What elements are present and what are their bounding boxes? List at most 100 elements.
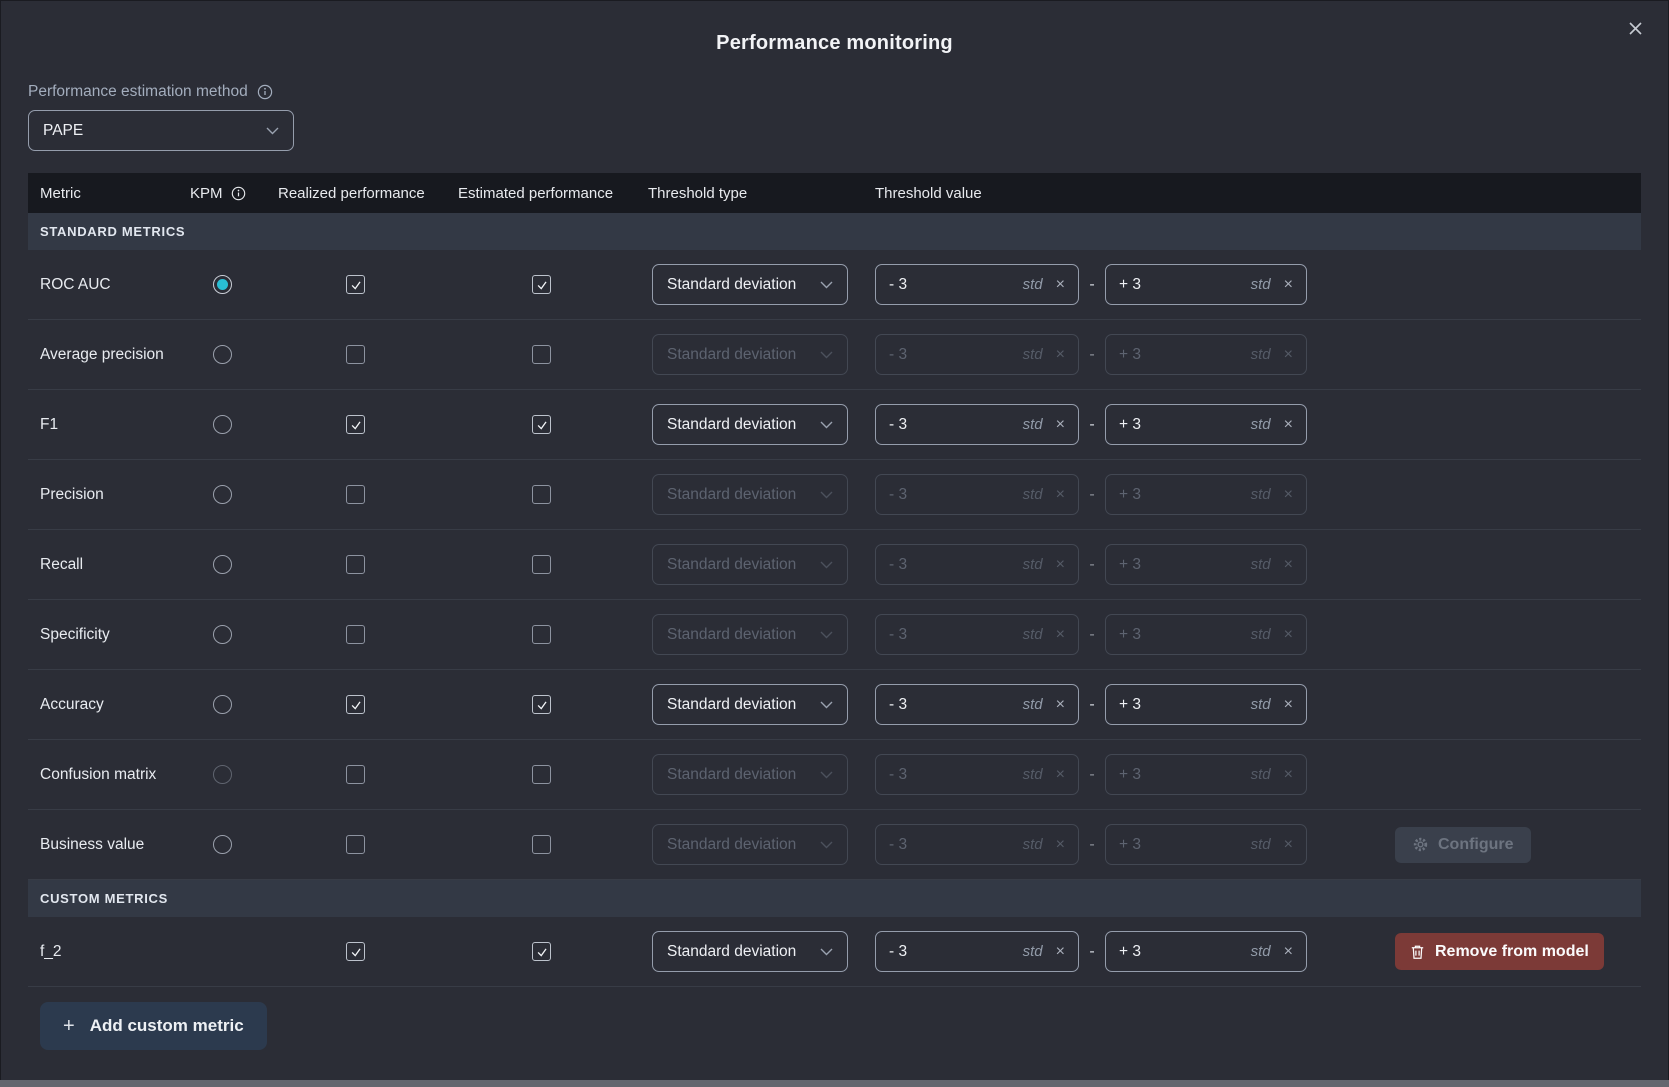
threshold-lower-input[interactable]: - 3 std × (875, 614, 1079, 655)
threshold-lower-input[interactable]: - 3 std × (875, 264, 1079, 305)
estimated-checkbox[interactable] (532, 625, 551, 644)
kpm-radio[interactable] (213, 625, 232, 644)
realized-checkbox[interactable] (346, 345, 365, 364)
threshold-type-select[interactable]: Standard deviation (652, 931, 848, 972)
estimated-checkbox[interactable] (532, 485, 551, 504)
threshold-lower-value: - 3 (889, 416, 907, 434)
checkmark-icon (349, 945, 363, 959)
clear-icon[interactable]: × (1284, 944, 1293, 960)
estimated-checkbox[interactable] (532, 835, 551, 854)
estimated-checkbox[interactable] (532, 942, 551, 961)
clear-icon[interactable]: × (1056, 767, 1065, 783)
clear-icon[interactable]: × (1056, 417, 1065, 433)
threshold-type-value: Standard deviation (667, 416, 796, 434)
clear-icon[interactable]: × (1056, 557, 1065, 573)
remove-from-model-button[interactable]: Remove from model (1395, 933, 1604, 970)
metric-label: Business value (40, 836, 144, 854)
threshold-lower-input[interactable]: - 3 std × (875, 474, 1079, 515)
clear-icon[interactable]: × (1284, 767, 1293, 783)
estimated-checkbox[interactable] (532, 695, 551, 714)
clear-icon[interactable]: × (1056, 837, 1065, 853)
std-unit-label: std (1023, 416, 1043, 433)
estimated-checkbox[interactable] (532, 555, 551, 574)
threshold-type-select[interactable]: Standard deviation (652, 264, 848, 305)
estimated-checkbox[interactable] (532, 765, 551, 784)
clear-icon[interactable]: × (1284, 347, 1293, 363)
realized-checkbox[interactable] (346, 835, 365, 854)
threshold-type-select[interactable]: Standard deviation (652, 544, 848, 585)
kpm-radio[interactable] (213, 555, 232, 574)
clear-icon[interactable]: × (1284, 697, 1293, 713)
realized-checkbox[interactable] (346, 485, 365, 504)
threshold-type-value: Standard deviation (667, 556, 796, 574)
threshold-lower-input[interactable]: - 3 std × (875, 684, 1079, 725)
threshold-upper-value: + 3 (1119, 556, 1141, 574)
clear-icon[interactable]: × (1056, 277, 1065, 293)
threshold-type-select[interactable]: Standard deviation (652, 684, 848, 725)
clear-icon[interactable]: × (1056, 697, 1065, 713)
kpm-radio[interactable] (213, 345, 232, 364)
clear-icon[interactable]: × (1056, 347, 1065, 363)
threshold-type-select[interactable]: Standard deviation (652, 614, 848, 655)
configure-button[interactable]: Configure (1395, 827, 1531, 863)
estimation-method-select[interactable]: PAPE (28, 110, 294, 151)
realized-checkbox[interactable] (346, 765, 365, 784)
threshold-type-value: Standard deviation (667, 943, 796, 961)
info-icon[interactable] (257, 84, 273, 100)
threshold-type-select[interactable]: Standard deviation (652, 824, 848, 865)
threshold-upper-input[interactable]: + 3 std × (1105, 614, 1307, 655)
threshold-upper-input[interactable]: + 3 std × (1105, 754, 1307, 795)
clear-icon[interactable]: × (1284, 417, 1293, 433)
estimated-checkbox[interactable] (532, 415, 551, 434)
kpm-radio[interactable] (213, 835, 232, 854)
threshold-upper-input[interactable]: + 3 std × (1105, 334, 1307, 375)
section-label: STANDARD METRICS (40, 224, 185, 239)
threshold-upper-input[interactable]: + 3 std × (1105, 404, 1307, 445)
threshold-upper-input[interactable]: + 3 std × (1105, 684, 1307, 725)
realized-checkbox[interactable] (346, 625, 365, 644)
kpm-radio[interactable] (213, 275, 232, 294)
clear-icon[interactable]: × (1056, 944, 1065, 960)
threshold-upper-input[interactable]: + 3 std × (1105, 931, 1307, 972)
realized-checkbox[interactable] (346, 555, 365, 574)
section-label: CUSTOM METRICS (40, 891, 168, 906)
clear-icon[interactable]: × (1284, 557, 1293, 573)
clear-icon[interactable]: × (1056, 487, 1065, 503)
realized-checkbox[interactable] (346, 695, 365, 714)
kpm-radio[interactable] (213, 415, 232, 434)
threshold-type-select[interactable]: Standard deviation (652, 754, 848, 795)
info-icon[interactable] (231, 186, 246, 201)
clear-icon[interactable]: × (1056, 627, 1065, 643)
range-separator: - (1079, 626, 1105, 644)
threshold-upper-input[interactable]: + 3 std × (1105, 474, 1307, 515)
threshold-upper-value: + 3 (1119, 486, 1141, 504)
chevron-down-icon (820, 701, 833, 709)
threshold-upper-input[interactable]: + 3 std × (1105, 824, 1307, 865)
threshold-lower-input[interactable]: - 3 std × (875, 754, 1079, 795)
clear-icon[interactable]: × (1284, 837, 1293, 853)
threshold-lower-input[interactable]: - 3 std × (875, 824, 1079, 865)
add-custom-metric-button[interactable]: + Add custom metric (40, 1002, 267, 1050)
threshold-upper-input[interactable]: + 3 std × (1105, 264, 1307, 305)
realized-checkbox[interactable] (346, 415, 365, 434)
clear-icon[interactable]: × (1284, 277, 1293, 293)
threshold-type-select[interactable]: Standard deviation (652, 474, 848, 515)
estimated-checkbox[interactable] (532, 275, 551, 294)
kpm-radio[interactable] (213, 695, 232, 714)
realized-checkbox[interactable] (346, 942, 365, 961)
threshold-upper-input[interactable]: + 3 std × (1105, 544, 1307, 585)
realized-checkbox[interactable] (346, 275, 365, 294)
threshold-type-select[interactable]: Standard deviation (652, 404, 848, 445)
threshold-lower-input[interactable]: - 3 std × (875, 404, 1079, 445)
threshold-lower-input[interactable]: - 3 std × (875, 544, 1079, 585)
threshold-type-value: Standard deviation (667, 696, 796, 714)
clear-icon[interactable]: × (1284, 487, 1293, 503)
kpm-radio[interactable] (213, 765, 232, 784)
close-button[interactable] (1621, 14, 1649, 42)
clear-icon[interactable]: × (1284, 627, 1293, 643)
threshold-type-select[interactable]: Standard deviation (652, 334, 848, 375)
threshold-lower-input[interactable]: - 3 std × (875, 334, 1079, 375)
estimated-checkbox[interactable] (532, 345, 551, 364)
kpm-radio[interactable] (213, 485, 232, 504)
threshold-lower-input[interactable]: - 3 std × (875, 931, 1079, 972)
